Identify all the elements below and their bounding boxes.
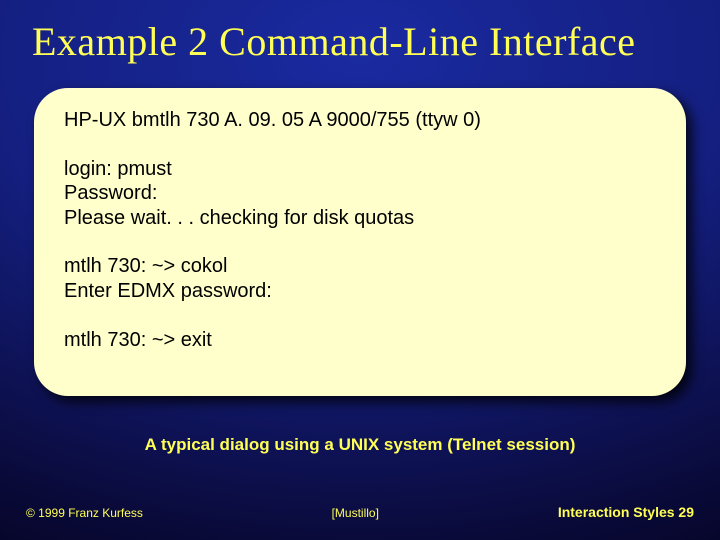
term-line: Enter EDMX password: [64,280,272,302]
terminal-text: HP-UX bmtlh 730 A. 09. 05 A 9000/755 (tt… [64,108,658,352]
term-line: Please wait. . . checking for disk quota… [64,207,414,229]
terminal-panel: HP-UX bmtlh 730 A. 09. 05 A 9000/755 (tt… [34,88,686,396]
term-line: login: pmust [64,158,172,180]
term-line: mtlh 730: ~> cokol [64,255,227,277]
reference: [Mustillo] [332,506,379,520]
caption: A typical dialog using a UNIX system (Te… [0,435,720,455]
slide-title: Example 2 Command-Line Interface [32,18,688,65]
term-line: Password: [64,182,157,204]
page-indicator: Interaction Styles 29 [558,504,694,520]
term-line: HP-UX bmtlh 730 A. 09. 05 A 9000/755 (tt… [64,109,481,131]
page-label: Interaction Styles [558,504,675,520]
slide: Example 2 Command-Line Interface HP-UX b… [0,0,720,540]
page-number: 29 [678,504,694,520]
term-line: mtlh 730: ~> exit [64,329,212,351]
copyright: © 1999 Franz Kurfess [26,506,143,520]
